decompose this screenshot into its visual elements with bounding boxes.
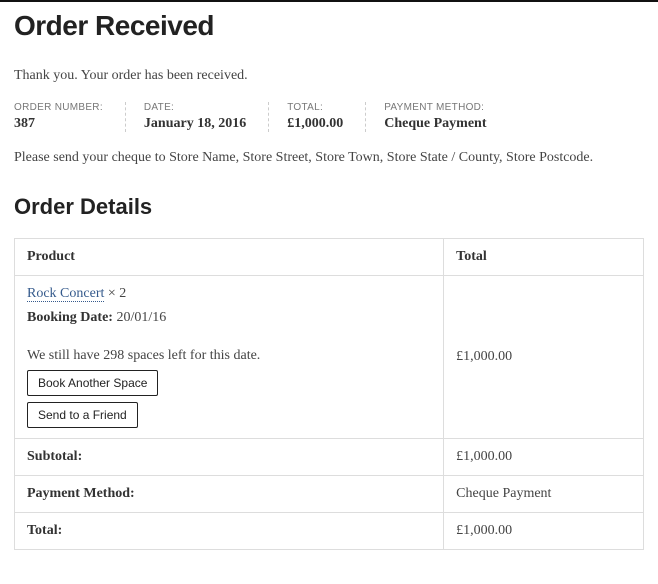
booking-date: 20/01/16 [116, 310, 166, 325]
order-overview: ORDER NUMBER: 387 DATE: January 18, 2016… [14, 102, 644, 132]
total-label: Total: [15, 513, 444, 550]
overview-total-value: £1,000.00 [287, 116, 343, 132]
overview-order-number: ORDER NUMBER: 387 [14, 102, 126, 132]
overview-date-value: January 18, 2016 [144, 116, 246, 132]
product-link[interactable]: Rock Concert [27, 286, 104, 302]
payment-instructions: Please send your cheque to Store Name, S… [14, 150, 644, 166]
subtotal-value: £1,000.00 [444, 439, 644, 476]
overview-order-number-label: ORDER NUMBER: [14, 102, 103, 113]
overview-date-label: DATE: [144, 102, 246, 113]
col-product: Product [15, 239, 444, 276]
payment-method-label: Payment Method: [15, 476, 444, 513]
subtotal-label: Subtotal: [15, 439, 444, 476]
col-total: Total [444, 239, 644, 276]
booking-label: Booking Date: [27, 310, 113, 325]
table-row: Rock Concert × 2 Booking Date: 20/01/16 … [15, 276, 644, 439]
overview-payment-method-label: PAYMENT METHOD: [384, 102, 486, 113]
overview-date: DATE: January 18, 2016 [144, 102, 269, 132]
overview-payment-method: PAYMENT METHOD: Cheque Payment [384, 102, 508, 132]
product-qty: × 2 [108, 286, 126, 301]
overview-payment-method-value: Cheque Payment [384, 116, 486, 132]
spaces-left-text: We still have 298 spaces left for this d… [27, 348, 431, 364]
table-row: Payment Method: Cheque Payment [15, 476, 644, 513]
book-another-button[interactable]: Book Another Space [27, 370, 158, 396]
thankyou-text: Thank you. Your order has been received. [14, 68, 644, 84]
overview-order-number-value: 387 [14, 116, 103, 132]
table-row: Subtotal: £1,000.00 [15, 439, 644, 476]
page-title: Order Received [14, 10, 644, 42]
total-value: £1,000.00 [444, 513, 644, 550]
order-details-table: Product Total Rock Concert × 2 Booking D… [14, 238, 644, 550]
product-cell: Rock Concert × 2 Booking Date: 20/01/16 … [15, 276, 444, 439]
order-details-heading: Order Details [14, 194, 644, 220]
item-total: £1,000.00 [444, 276, 644, 439]
overview-total-label: TOTAL: [287, 102, 343, 113]
table-row: Total: £1,000.00 [15, 513, 644, 550]
payment-method-value: Cheque Payment [444, 476, 644, 513]
overview-total: TOTAL: £1,000.00 [287, 102, 366, 132]
send-to-friend-button[interactable]: Send to a Friend [27, 402, 138, 428]
